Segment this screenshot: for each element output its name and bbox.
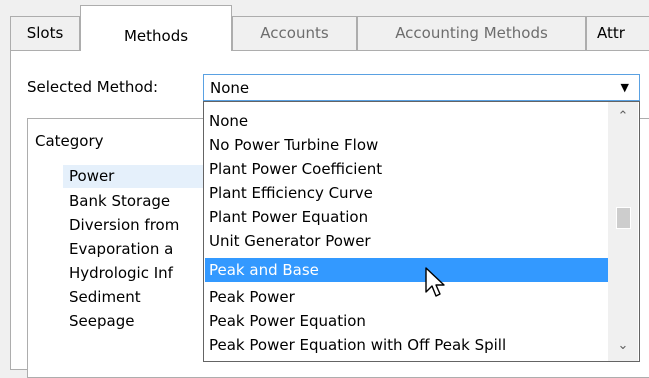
method-option-peak-power[interactable]: Peak Power: [205, 285, 609, 309]
category-header: Category: [35, 132, 104, 150]
dropdown-scrollbar[interactable]: ⌃ ⌄: [608, 102, 638, 361]
tab-methods[interactable]: Methods: [80, 5, 232, 51]
method-option-plant-power-coefficient[interactable]: Plant Power Coefficient: [205, 157, 609, 181]
scrollbar-thumb[interactable]: [616, 207, 631, 229]
method-option-none[interactable]: None: [205, 109, 609, 133]
tab-accounting-methods[interactable]: Accounting Methods: [357, 16, 586, 50]
category-item-diversion[interactable]: Diversion from: [63, 214, 203, 237]
selected-method-value: None: [210, 79, 250, 97]
category-item-seepage[interactable]: Seepage: [63, 310, 203, 333]
method-option-peak-power-equation[interactable]: Peak Power Equation: [205, 309, 609, 333]
mouse-cursor-icon: [425, 267, 445, 297]
scroll-down-icon[interactable]: ⌄: [608, 331, 638, 361]
method-option-plant-power-equation[interactable]: Plant Power Equation: [205, 205, 609, 229]
method-option-no-power-turbine-flow[interactable]: No Power Turbine Flow: [205, 133, 609, 157]
tab-attr[interactable]: Attr: [586, 16, 649, 50]
dropdown-arrow-icon[interactable]: ▼: [621, 77, 629, 99]
category-item-bank-storage[interactable]: Bank Storage: [63, 190, 203, 213]
scroll-up-icon[interactable]: ⌃: [608, 102, 638, 132]
category-item-evaporation[interactable]: Evaporation a: [63, 238, 203, 261]
category-item-hydrologic[interactable]: Hydrologic Inf: [63, 262, 203, 285]
method-option-peak-and-base[interactable]: Peak and Base: [205, 258, 609, 282]
method-option-plant-efficiency-curve[interactable]: Plant Efficiency Curve: [205, 181, 609, 205]
tab-strip: Slots Methods Accounts Accounting Method…: [0, 0, 649, 51]
category-item-sediment[interactable]: Sediment: [63, 286, 203, 309]
method-option-peak-power-equation-off-peak-spill[interactable]: Peak Power Equation with Off Peak Spill: [205, 333, 609, 357]
tab-accounts[interactable]: Accounts: [232, 16, 357, 50]
method-option-unit-generator-power[interactable]: Unit Generator Power: [205, 229, 609, 253]
selected-method-label: Selected Method:: [27, 78, 159, 96]
category-item-power[interactable]: Power: [63, 165, 203, 188]
method-dropdown-list: None No Power Turbine Flow Plant Power C…: [203, 101, 640, 362]
selected-method-select[interactable]: None ▼: [203, 74, 640, 101]
tab-slots[interactable]: Slots: [10, 16, 80, 50]
